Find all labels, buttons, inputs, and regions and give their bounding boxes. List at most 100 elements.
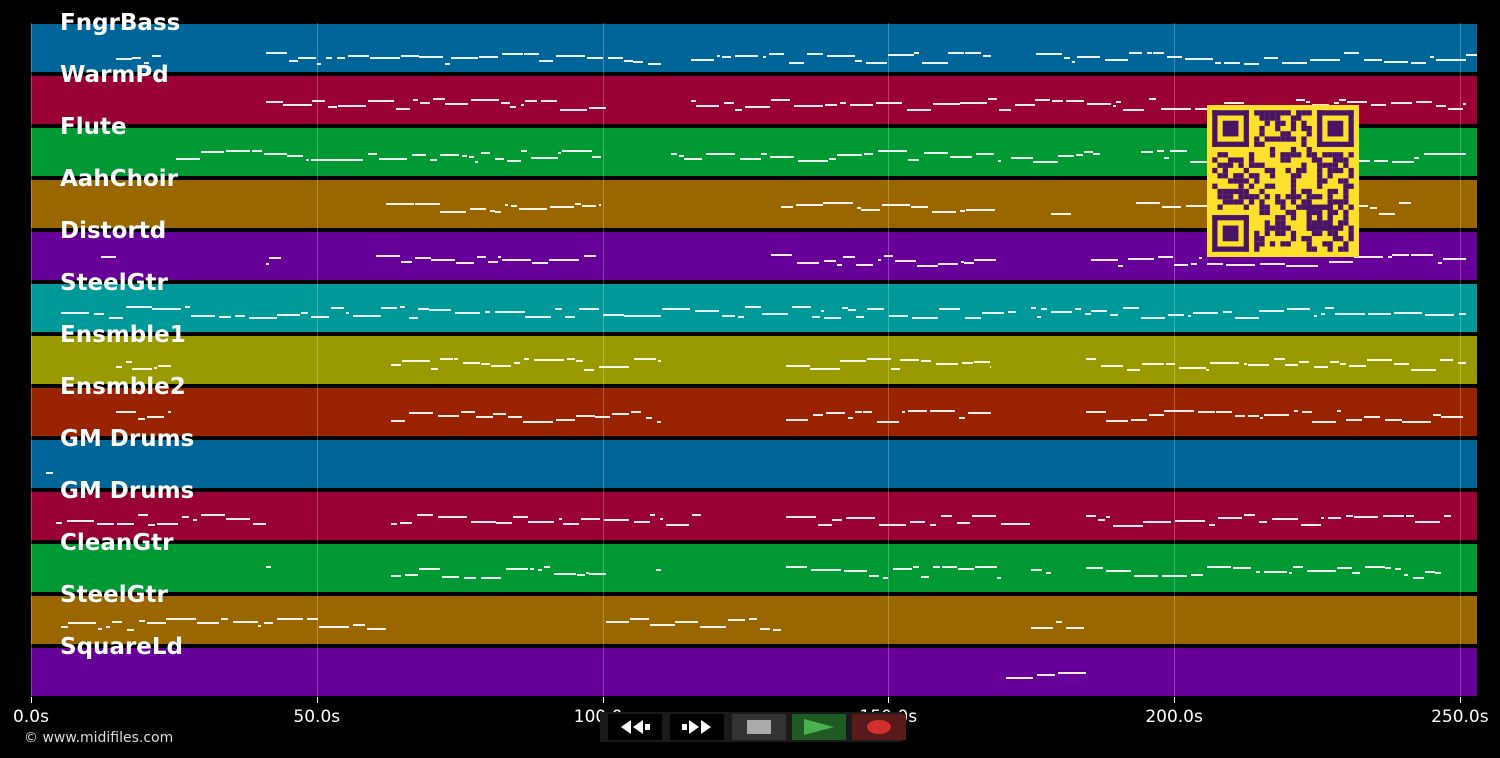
midi-note (1091, 259, 1118, 261)
midi-note (1126, 525, 1143, 527)
track-lane[interactable] (31, 23, 1477, 73)
track-lane[interactable] (31, 595, 1477, 645)
midi-note (1086, 567, 1103, 569)
midi-note (445, 103, 468, 105)
midi-note (679, 155, 684, 157)
midi-note (1143, 521, 1171, 523)
midi-note (419, 56, 443, 58)
midi-note (496, 522, 512, 524)
midi-note (438, 516, 467, 518)
midi-note (879, 524, 906, 526)
grid-line (888, 23, 890, 697)
track-lane[interactable] (31, 439, 1477, 489)
track-label: FngrBass (60, 10, 181, 36)
track-lane[interactable] (31, 491, 1477, 541)
midi-note (524, 53, 539, 55)
midi-note (266, 52, 287, 54)
midi-note (233, 621, 258, 623)
midi-note (657, 421, 661, 423)
midi-note (1371, 104, 1386, 106)
midi-note (438, 415, 459, 417)
midi-note (524, 358, 529, 360)
midi-note (455, 312, 480, 314)
midi-note (46, 472, 53, 474)
midi-note (550, 206, 574, 208)
midi-note (1272, 518, 1298, 520)
midi-note (554, 573, 576, 575)
midi-note (889, 315, 908, 317)
midi-note (1433, 414, 1441, 416)
midi-note (1035, 99, 1050, 101)
track-label: GM Drums (60, 426, 195, 452)
midi-note (147, 416, 164, 418)
midi-note (1411, 254, 1433, 256)
midi-note (476, 416, 493, 418)
midi-note (1235, 317, 1259, 319)
midi-note (116, 366, 122, 368)
record-button[interactable] (852, 714, 906, 740)
midi-note (656, 569, 661, 571)
midi-note (938, 263, 958, 265)
midi-note (470, 208, 486, 210)
midi-note (966, 209, 995, 211)
rewind-button[interactable] (608, 714, 662, 740)
midi-note (514, 362, 520, 364)
midi-note (848, 309, 856, 311)
midi-note (902, 411, 905, 413)
play-button[interactable] (792, 714, 846, 740)
midi-note (1248, 415, 1259, 417)
midi-note (191, 315, 215, 317)
midi-note (1086, 515, 1096, 517)
midi-note (660, 518, 663, 520)
midi-note (1206, 369, 1209, 371)
midi-note (1084, 151, 1093, 153)
midi-note (1158, 256, 1173, 258)
midi-note (471, 521, 478, 523)
track-lane[interactable] (31, 543, 1477, 593)
midi-note (671, 153, 677, 155)
midi-note (253, 523, 266, 525)
track-lane[interactable] (31, 647, 1477, 697)
midi-note (502, 259, 531, 261)
midi-note (1136, 202, 1160, 204)
midi-note (415, 203, 440, 205)
midi-note (1051, 213, 1071, 215)
midi-note (813, 414, 823, 416)
midi-note (419, 568, 440, 570)
midi-note (1188, 315, 1191, 317)
stop-button[interactable] (732, 714, 786, 740)
midi-note (549, 259, 579, 261)
midi-note (1198, 411, 1215, 413)
midi-note (579, 308, 599, 310)
midi-note (495, 311, 525, 313)
midi-note (431, 259, 455, 261)
midi-note (1260, 417, 1263, 419)
midi-note (531, 157, 558, 159)
midi-note (1294, 410, 1298, 412)
midi-note (249, 317, 277, 319)
midi-note (1466, 54, 1477, 56)
midi-note (930, 410, 955, 412)
midi-note (630, 618, 649, 620)
midi-note (662, 308, 690, 310)
midi-note (328, 106, 337, 108)
midi-note (1207, 263, 1223, 265)
midi-note (440, 154, 459, 156)
track-lane[interactable] (31, 335, 1477, 385)
track-lane[interactable] (31, 283, 1477, 333)
midi-note (1321, 517, 1324, 519)
track-lane[interactable] (31, 387, 1477, 437)
midi-note (1282, 62, 1307, 64)
midi-note (511, 205, 517, 207)
midi-note (771, 99, 790, 101)
midi-note (1106, 420, 1128, 422)
midi-note (1058, 672, 1086, 674)
midi-note (138, 514, 148, 516)
midi-note (1157, 150, 1164, 152)
midi-note (855, 60, 862, 62)
midi-note (1259, 521, 1267, 523)
midi-note (521, 150, 527, 152)
midi-note (745, 106, 770, 108)
fast-forward-button[interactable] (670, 714, 724, 740)
midi-note (1368, 313, 1391, 315)
